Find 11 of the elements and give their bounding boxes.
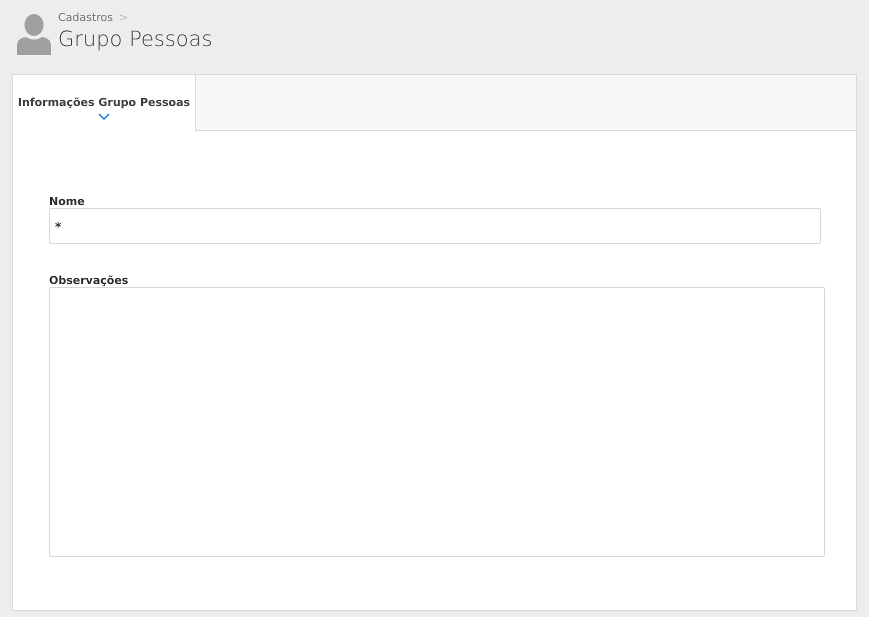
page-title: Grupo Pessoas	[58, 26, 212, 53]
field-label: Observações	[49, 274, 130, 287]
input-field[interactable]: *	[49, 208, 821, 244]
textarea-field[interactable]	[49, 287, 825, 557]
breadcrumb-link[interactable]: Cadastros	[58, 10, 113, 26]
required-mark: *	[55, 220, 62, 234]
chevron-down-icon	[98, 113, 110, 120]
field-label: Nome	[49, 195, 86, 208]
tab[interactable]: Informações Grupo Pessoas	[13, 75, 196, 132]
user-icon	[17, 13, 51, 55]
breadcrumb-separator: >	[118, 10, 128, 26]
